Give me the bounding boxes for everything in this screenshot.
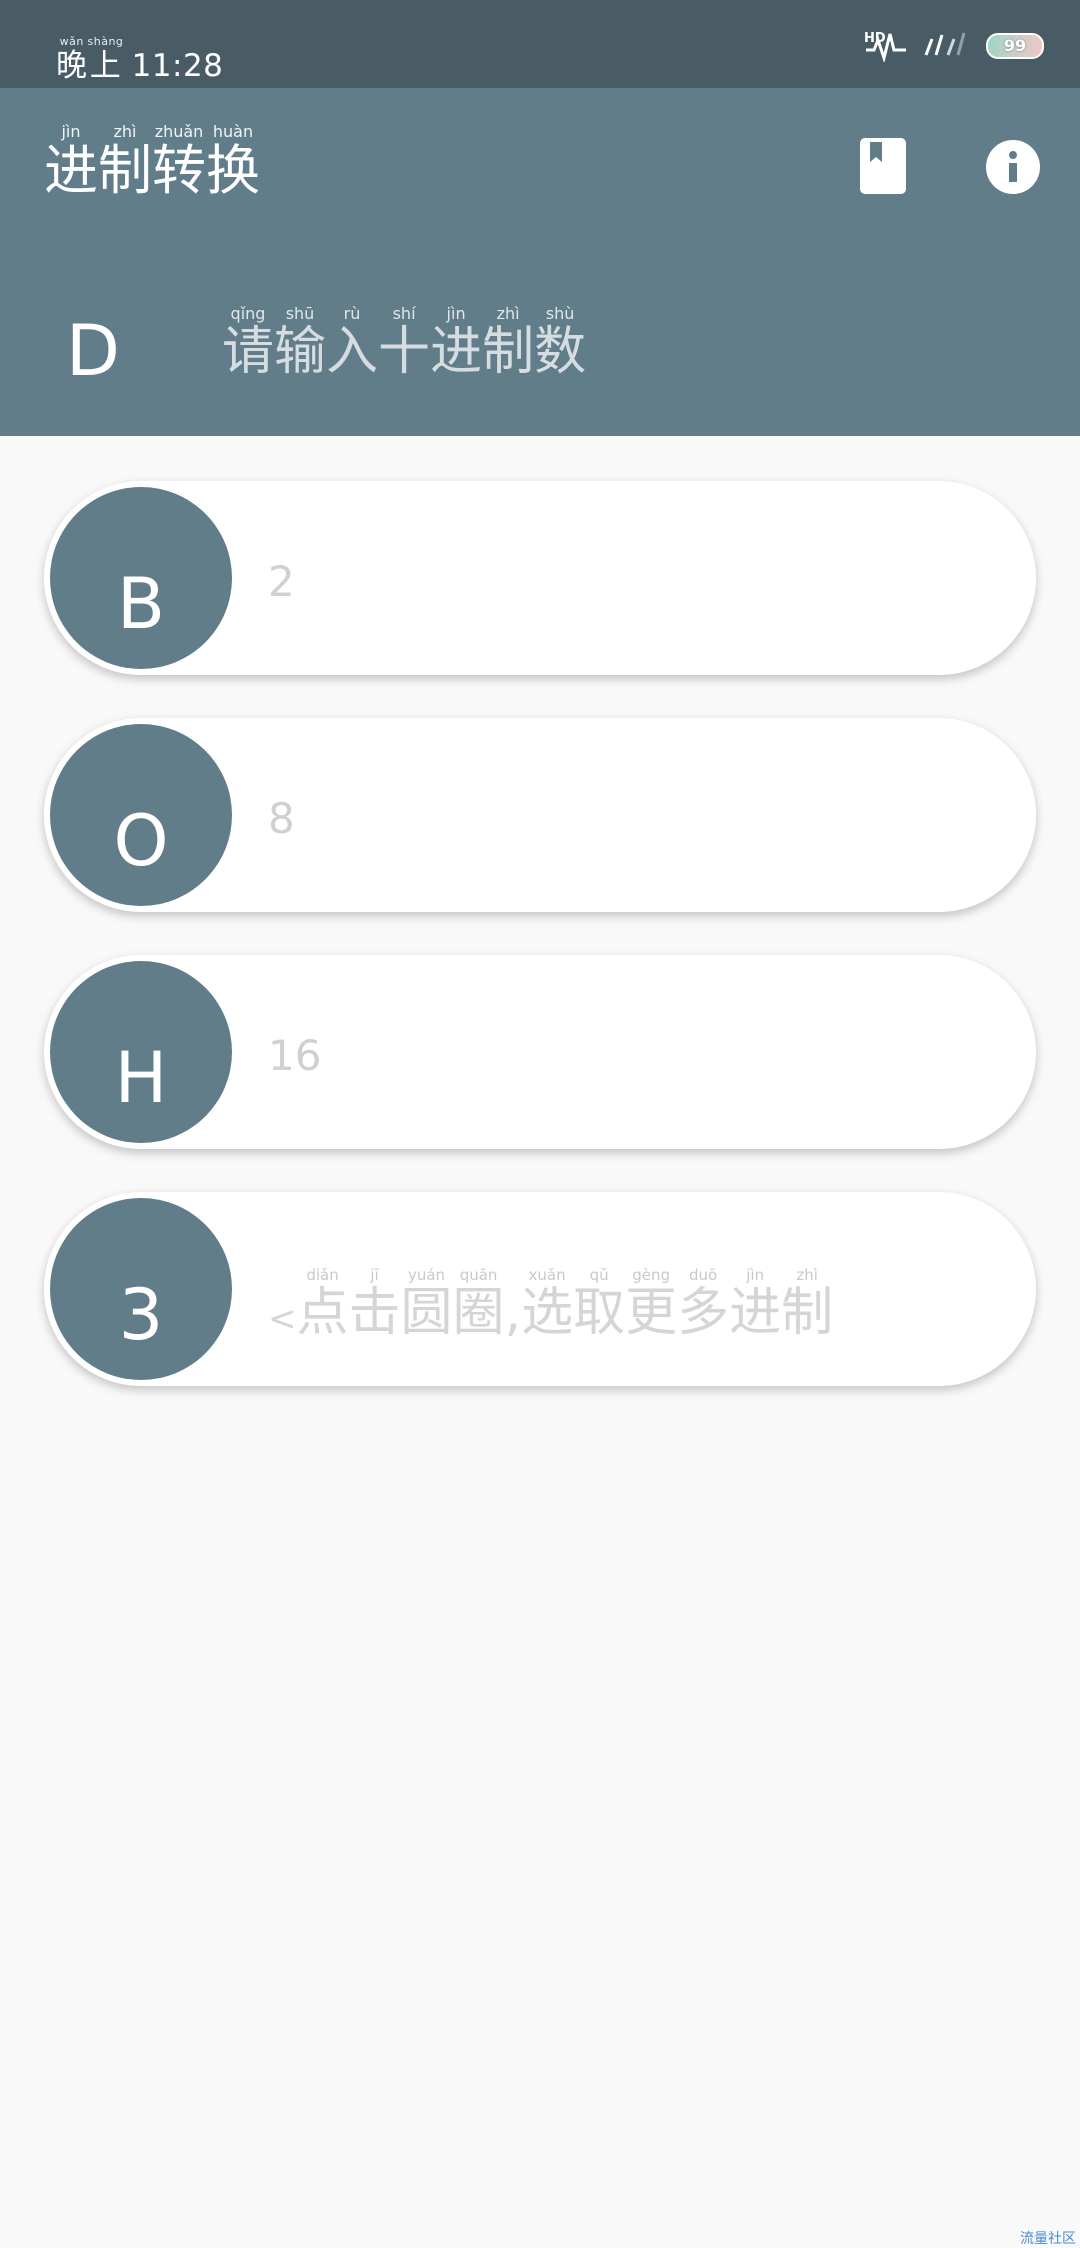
octal-input[interactable]: [268, 778, 988, 858]
binary-row: B: [44, 481, 1036, 675]
cell-signal-icon: [922, 29, 972, 63]
status-time: 晚wǎn上shàng 11:28: [56, 35, 224, 85]
hex-base-circle[interactable]: H: [50, 961, 232, 1143]
app-title: 进jìn制zhì转zhuǎn换huàn: [44, 122, 260, 202]
binary-base-circle[interactable]: B: [50, 487, 232, 669]
custom-base-circle[interactable]: 3: [50, 1198, 232, 1380]
watermark: 流量社区: [1020, 2231, 1076, 2247]
hex-input[interactable]: [268, 1015, 988, 1095]
battery-icon: 99: [986, 33, 1044, 59]
hd-signal-icon: HD: [864, 28, 908, 65]
binary-input[interactable]: [268, 541, 988, 621]
app-bar: 进jìn制zhì转zhuǎn换huàn D 请qǐng输shū入rù十shí进j…: [0, 88, 1080, 436]
status-icons: HD 99: [864, 28, 1044, 64]
hex-row: H: [44, 955, 1036, 1149]
bookmark-icon[interactable]: [860, 138, 906, 194]
decimal-input[interactable]: [222, 296, 1002, 396]
octal-base-circle[interactable]: O: [50, 724, 232, 906]
status-bar: 晚wǎn上shàng 11:28 HD 99: [0, 0, 1080, 88]
info-icon[interactable]: [986, 140, 1040, 194]
status-period: 晚wǎn上shàng: [56, 35, 124, 84]
status-clock: 11:28: [131, 48, 224, 84]
hint-arrow: <: [268, 1299, 297, 1339]
octal-row: O: [44, 718, 1036, 912]
custom-base-hint: <点diǎn击jī圆yuán圈quān,选xuǎn取qǔ更gèng多duō进jì…: [268, 1266, 834, 1343]
decimal-label: D: [66, 310, 120, 392]
custom-base-row: 3 <点diǎn击jī圆yuán圈quān,选xuǎn取qǔ更gèng多duō进…: [44, 1192, 1036, 1386]
